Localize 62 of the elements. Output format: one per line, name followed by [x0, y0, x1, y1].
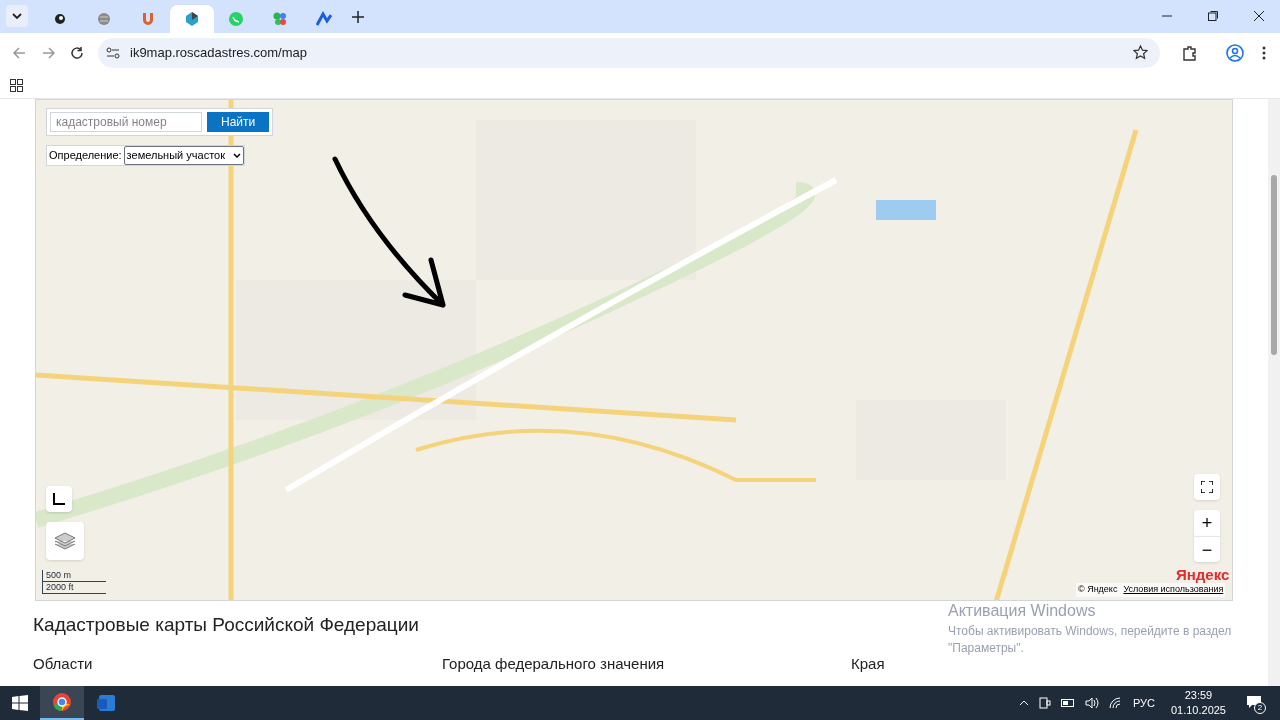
tab-favicon-icon: [184, 11, 200, 27]
scale-label: 500 m: [42, 570, 106, 582]
tab-favicon-icon: [228, 11, 244, 27]
restore-icon[interactable]: [1208, 11, 1218, 21]
chevron-down-icon: [12, 13, 22, 19]
tab-favicon-icon: [140, 11, 156, 27]
apps-grid-icon[interactable]: [10, 78, 23, 92]
document-app-icon: [96, 693, 116, 713]
copyright-text: © Яндекс: [1078, 583, 1118, 596]
tab-favicon-icon: [96, 11, 112, 27]
language-indicator[interactable]: РУС: [1132, 694, 1155, 712]
fullscreen-icon: [1201, 481, 1213, 493]
fullscreen-button[interactable]: [1194, 474, 1220, 500]
section-heading: Области: [33, 654, 94, 674]
reload-icon[interactable]: [70, 45, 84, 60]
terms-link[interactable]: Условия использования: [1123, 583, 1224, 597]
activation-title: Активация Windows: [948, 601, 1097, 621]
layers-icon: [54, 532, 76, 550]
zoom-in-button[interactable]: +: [1194, 510, 1220, 536]
scale-label: 2000 ft: [42, 582, 106, 594]
wifi-icon[interactable]: [1108, 697, 1121, 709]
browser-app-icon: [52, 692, 72, 712]
map-logo: Яндекс: [1176, 565, 1230, 585]
section-heading: Города федерального значения: [442, 654, 666, 674]
forward-icon[interactable]: [42, 45, 56, 60]
ruler-button[interactable]: [46, 486, 72, 512]
cadastral-number-field[interactable]: кадастровый номер: [50, 112, 202, 132]
chevron-up-icon[interactable]: [1018, 700, 1029, 706]
address-bar[interactable]: ik9map.roscadastres.com/map: [98, 37, 1160, 68]
new-tab-icon[interactable]: [352, 11, 364, 23]
close-icon[interactable]: [1254, 11, 1264, 21]
site-settings-icon: [106, 46, 120, 59]
activation-text: Чтобы активировать Windows, перейдите в раздел "Параметры".: [948, 623, 1233, 657]
battery-icon[interactable]: [1060, 699, 1075, 707]
tab-favicon-icon: [272, 11, 288, 27]
tab-list-button[interactable]: [6, 5, 28, 27]
map-view[interactable]: кадастровый номер Найти Определение: земельный участок 500 m 2000 ft + − Яндекс © Яндекс Условия использования: [35, 99, 1233, 601]
zoom-out-button[interactable]: −: [1194, 536, 1220, 562]
extensions-icon[interactable]: [1182, 44, 1198, 61]
menu-icon[interactable]: [1262, 45, 1266, 60]
notifications-button[interactable]: 2: [1244, 692, 1266, 714]
device-icon[interactable]: [1038, 697, 1051, 709]
chevron-down-icon: [233, 152, 241, 158]
ruler-icon: [53, 493, 65, 505]
url-text: ik9map.roscadastres.com/map: [130, 43, 307, 62]
clock[interactable]: 23:59 01.10.2025: [1170, 688, 1226, 718]
taskbar-app[interactable]: [40, 686, 84, 720]
tab-favicon-icon: [316, 11, 332, 27]
profile-icon[interactable]: [1226, 43, 1244, 62]
section-heading: Края: [851, 654, 886, 674]
tab-favicon-icon: [52, 11, 68, 27]
notification-count: 2: [1254, 702, 1266, 714]
back-icon[interactable]: [12, 45, 26, 60]
scrollbar-thumb[interactable]: [1271, 175, 1277, 355]
find-button[interactable]: Найти: [207, 112, 270, 132]
definition-dropdown[interactable]: земельный участок: [123, 146, 244, 165]
layers-button[interactable]: [46, 522, 84, 560]
page-heading: Кадастровые карты Российской Федерации: [33, 613, 419, 637]
bookmark-star-icon[interactable]: [1133, 45, 1148, 60]
definition-label: Определение:: [49, 148, 122, 163]
start-icon[interactable]: [12, 695, 28, 711]
speaker-icon[interactable]: [1084, 697, 1099, 709]
